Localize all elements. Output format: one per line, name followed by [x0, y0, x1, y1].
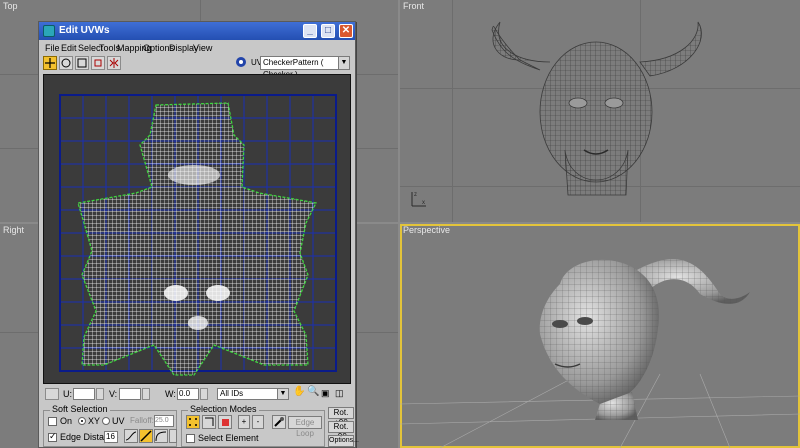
edit-uvws-dialog[interactable]: Edit UVWs _ □ ✕ File Edit Select Tools M… — [38, 21, 359, 448]
freeform-tool-icon[interactable] — [91, 56, 105, 70]
face-mode-icon[interactable] — [218, 415, 232, 429]
grow-selection-button[interactable]: + — [238, 415, 250, 429]
v-input[interactable] — [119, 388, 141, 400]
rotate-plus-90-button[interactable]: Rot. +90 — [328, 407, 354, 427]
falloff-input[interactable]: 25.0 — [154, 415, 174, 427]
vertex-mode-icon[interactable] — [186, 415, 200, 429]
id-filter-dropdown[interactable]: All IDs ▼ — [217, 388, 289, 400]
pan-icon[interactable]: ✋ — [293, 386, 307, 398]
mirror-tool-icon[interactable] — [107, 56, 121, 70]
menu-edit[interactable]: Edit — [61, 43, 77, 53]
viewport-front[interactable]: Front zx — [400, 0, 800, 222]
uv-label: UV — [112, 416, 125, 426]
on-label: On — [60, 416, 73, 426]
edge-distance-checkbox[interactable] — [48, 431, 57, 442]
soft-selection-title: Soft Selection — [50, 404, 110, 414]
chevron-down-icon: ▼ — [277, 389, 288, 399]
dialog-title: Edit UVWs — [59, 25, 110, 36]
falloff-smooth-icon[interactable] — [124, 429, 138, 443]
select-element-label: Select Element — [198, 433, 259, 443]
uv-shell — [77, 102, 317, 376]
select-element-checkbox[interactable] — [186, 434, 195, 443]
selection-modes-group: Selection Modes + - Select Element Edge … — [181, 404, 325, 447]
soft-selection-group: Soft Selection On XY UV Falloff: 25.0 Ed… — [43, 404, 177, 447]
show-map-icon[interactable] — [235, 56, 249, 70]
edge-loop-button[interactable]: Edge Loop — [288, 416, 322, 438]
uv-layout[interactable] — [44, 75, 351, 384]
selection-modes-title: Selection Modes — [188, 404, 259, 414]
head-wireframe-front — [491, 21, 702, 196]
minimize-button[interactable]: _ — [303, 24, 317, 38]
scale-tool-icon[interactable] — [75, 56, 89, 70]
id-filter-value: All IDs — [220, 389, 244, 398]
soft-selection-on-checkbox[interactable] — [48, 417, 57, 426]
u-label: U: — [63, 389, 72, 399]
maximize-button[interactable]: □ — [321, 24, 335, 38]
w-spinner[interactable] — [200, 388, 208, 400]
v-label: V: — [109, 389, 118, 399]
zoom-icon[interactable]: 🔍 — [307, 386, 321, 398]
svg-text:x: x — [422, 200, 425, 206]
w-label: W: — [165, 389, 176, 399]
shrink-selection-button[interactable]: - — [252, 415, 264, 429]
viewport-label-top[interactable]: Top — [3, 1, 18, 11]
menu-view[interactable]: View — [193, 43, 212, 53]
menu-bar: File Edit Select Tools Mapping Options D… — [41, 41, 353, 55]
falloff-fast-icon[interactable] — [169, 429, 177, 443]
viewport-perspective[interactable]: Perspective — [400, 224, 800, 448]
uv-toolbar: UV CheckerPattern ( Checker ) ▼ — [41, 55, 353, 79]
move-tool-icon[interactable] — [43, 56, 57, 70]
zoom-region-icon[interactable]: ▣ — [321, 388, 335, 400]
falloff-slow-icon[interactable] — [154, 429, 168, 443]
xy-label: XY — [88, 416, 101, 426]
falloff-label: Falloff: — [130, 416, 154, 425]
paint-select-icon[interactable] — [272, 415, 286, 429]
head-model-perspective — [400, 259, 800, 448]
options-button[interactable]: Options... — [328, 435, 359, 447]
zoom-extents-icon[interactable]: ◫ — [335, 388, 349, 400]
options-panel: Soft Selection On XY UV Falloff: 25.0 Ed… — [41, 404, 359, 447]
svg-text:z: z — [414, 192, 417, 198]
v-spinner[interactable] — [142, 388, 150, 400]
u-spinner[interactable] — [96, 388, 104, 400]
w-input[interactable]: 0.0 — [177, 388, 199, 400]
rotate-minus-90-button[interactable]: Rot. -90 — [328, 421, 354, 441]
uv-radio[interactable] — [102, 417, 110, 425]
xy-radio[interactable] — [78, 417, 86, 425]
chevron-down-icon: ▼ — [338, 57, 349, 69]
lock-selection-icon[interactable] — [45, 388, 59, 400]
uv-editor-canvas[interactable] — [43, 74, 351, 384]
unwrap-app-icon — [43, 25, 55, 37]
texture-dropdown[interactable]: CheckerPattern ( Checker ) ▼ — [260, 56, 350, 79]
falloff-linear-icon[interactable] — [139, 429, 153, 443]
edge-distance-input[interactable]: 16 — [104, 431, 118, 443]
u-input[interactable] — [73, 388, 95, 400]
close-button[interactable]: ✕ — [339, 24, 353, 38]
menu-file[interactable]: File — [45, 43, 60, 53]
dialog-titlebar[interactable]: Edit UVWs _ □ ✕ — [39, 22, 355, 40]
coord-bar: U: V: W: 0.0 All IDs ▼ ✋ 🔍 ▣ ◫ — [41, 386, 353, 402]
max-workspace: Top Front zx Right Perspective Edit UVWs… — [0, 0, 800, 448]
rotate-tool-icon[interactable] — [59, 56, 73, 70]
axis-gizmo-front: zx — [411, 192, 426, 207]
edge-mode-icon[interactable] — [202, 415, 216, 429]
viewport-label-right[interactable]: Right — [3, 225, 24, 235]
